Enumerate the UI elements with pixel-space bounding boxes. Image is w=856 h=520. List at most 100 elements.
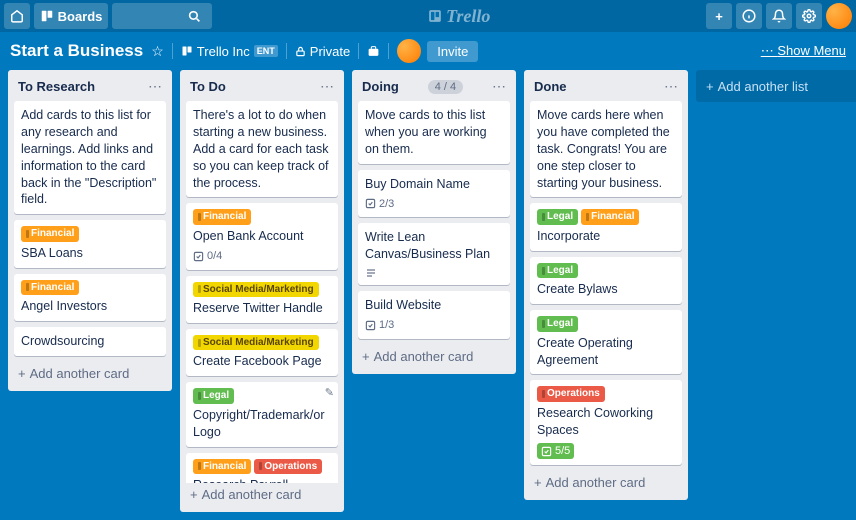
- list-title[interactable]: Doing: [362, 79, 399, 94]
- bell-icon: [772, 9, 786, 23]
- card-label: Social Media/Marketing: [193, 282, 319, 298]
- search-icon: [188, 10, 201, 23]
- card[interactable]: FinancialOperations Research Payroll Opti…: [186, 453, 338, 483]
- card-title: SBA Loans: [21, 245, 159, 262]
- list-menu-button[interactable]: ⋯: [664, 78, 678, 95]
- add-card-button[interactable]: + Add another card: [186, 483, 338, 506]
- add-card-button[interactable]: + Add another card: [14, 362, 166, 385]
- card-label: Financial: [21, 280, 79, 296]
- search-input[interactable]: [118, 9, 188, 24]
- search-box[interactable]: [112, 3, 212, 29]
- add-card-button[interactable]: + Add another card: [530, 471, 682, 494]
- card-title: Angel Investors: [21, 298, 159, 315]
- star-button[interactable]: ☆: [151, 43, 164, 60]
- member-avatar[interactable]: [397, 39, 421, 63]
- card[interactable]: LegalCopyright/Trademark/or Logo✎: [186, 382, 338, 446]
- list-title[interactable]: To Do: [190, 79, 226, 94]
- briefcase-icon: [367, 45, 380, 58]
- list-title[interactable]: Done: [534, 79, 567, 94]
- user-avatar[interactable]: [826, 3, 852, 29]
- card-title: Create Bylaws: [537, 281, 675, 298]
- list-description-card[interactable]: There's a lot to do when starting a new …: [186, 101, 338, 197]
- boards-icon: [40, 9, 54, 23]
- list-menu-button[interactable]: ⋯: [148, 78, 162, 95]
- card-title: Crowdsourcing: [21, 333, 159, 350]
- list-count-badge: 4 / 4: [428, 80, 463, 94]
- list-menu-button[interactable]: ⋯: [320, 78, 334, 95]
- card[interactable]: Financial SBA Loans: [14, 220, 166, 267]
- list-description-card[interactable]: Move cards here when you have completed …: [530, 101, 682, 197]
- add-card-button[interactable]: + Add another card: [358, 345, 510, 368]
- checklist-badge: 5/5: [537, 443, 574, 460]
- list: To Research ⋯ Add cards to this list for a…: [8, 70, 172, 391]
- home-button[interactable]: [4, 3, 30, 29]
- board-title: Start a Business: [10, 41, 143, 61]
- card-label: Financial: [21, 226, 79, 242]
- checklist-badge: 2/3: [365, 197, 394, 212]
- boards-icon: [181, 45, 193, 57]
- card[interactable]: Build Website 1/3: [358, 291, 510, 339]
- card[interactable]: Write Lean Canvas/Business Plan: [358, 223, 510, 285]
- card[interactable]: Social Media/Marketing Create Facebook Pa…: [186, 329, 338, 376]
- trello-logo: Trello: [216, 6, 702, 27]
- card-title: Research Coworking Spaces: [537, 405, 675, 439]
- settings-button[interactable]: [796, 3, 822, 29]
- invite-button[interactable]: Invite: [427, 41, 478, 62]
- card[interactable]: Crowdsourcing: [14, 327, 166, 356]
- card-title: Reserve Twitter Handle: [193, 300, 331, 317]
- card-title: Build Website: [365, 297, 503, 314]
- show-menu-button[interactable]: ⋯ Show Menu: [761, 43, 846, 59]
- list-description-card[interactable]: Move cards to this list when you are wor…: [358, 101, 510, 164]
- topbar: Boards Trello +: [0, 0, 856, 32]
- card[interactable]: Financial Angel Investors: [14, 274, 166, 321]
- card[interactable]: Financial Open Bank Account 0/4: [186, 203, 338, 269]
- card-label: Operations: [537, 386, 605, 402]
- card-title: Buy Domain Name: [365, 176, 503, 193]
- checklist-badge: 0/4: [193, 249, 222, 264]
- list-description-card[interactable]: Add cards to this list for any research …: [14, 101, 166, 214]
- description-icon: [365, 267, 377, 279]
- card[interactable]: Buy Domain Name 2/3: [358, 170, 510, 218]
- pencil-icon[interactable]: ✎: [325, 386, 334, 401]
- boards-label: Boards: [58, 9, 103, 24]
- info-button[interactable]: [736, 3, 762, 29]
- card-label: Legal: [193, 388, 234, 404]
- card[interactable]: Social Media/Marketing Reserve Twitter Ha…: [186, 276, 338, 323]
- add-list-button[interactable]: + Add another list: [696, 70, 856, 102]
- briefcase-button[interactable]: [367, 45, 380, 58]
- gear-icon: [802, 9, 816, 23]
- board-canvas: To Research ⋯ Add cards to this list for a…: [0, 70, 856, 520]
- card-title: Open Bank Account: [193, 228, 331, 245]
- card-title: Incorporate: [537, 228, 675, 245]
- card-label: Financial: [581, 209, 639, 225]
- card-title: Create Facebook Page: [193, 353, 331, 370]
- card[interactable]: LegalFinancialIncorporate: [530, 203, 682, 250]
- notifications-button[interactable]: [766, 3, 792, 29]
- list-menu-button[interactable]: ⋯: [492, 78, 506, 95]
- list: Done ⋯ Move cards here when you have compl…: [524, 70, 688, 500]
- topbar-right: +: [706, 3, 852, 29]
- boards-button[interactable]: Boards: [34, 3, 108, 29]
- checklist-badge: 1/3: [365, 318, 394, 333]
- card-label: Legal: [537, 263, 578, 279]
- info-icon: [742, 9, 756, 23]
- trello-icon: [428, 9, 442, 23]
- card-title: Write Lean Canvas/Business Plan: [365, 229, 503, 263]
- card-label: Social Media/Marketing: [193, 335, 319, 351]
- card[interactable]: Legal Create Bylaws: [530, 257, 682, 304]
- card-label: Operations: [254, 459, 322, 475]
- card-label: Financial: [193, 209, 251, 225]
- visibility-toggle[interactable]: Private: [295, 44, 350, 59]
- list: Doing 4 / 4 ⋯ Move cards to this list when …: [352, 70, 516, 374]
- board-header: Start a Business ☆ Trello IncENT Private…: [0, 32, 856, 70]
- team-link[interactable]: Trello IncENT: [181, 44, 278, 59]
- list: To Do ⋯ There's a lot to do when starting …: [180, 70, 344, 512]
- card-title: Research Payroll Options: [193, 477, 331, 483]
- card[interactable]: Legal Create Operating Agreement: [530, 310, 682, 374]
- card-title: Create Operating Agreement: [537, 335, 675, 369]
- list-title[interactable]: To Research: [18, 79, 95, 94]
- card[interactable]: Operations Research Coworking Spaces 5/5: [530, 380, 682, 465]
- create-button[interactable]: +: [706, 3, 732, 29]
- card-label: Legal: [537, 316, 578, 332]
- card-label: Financial: [193, 459, 251, 475]
